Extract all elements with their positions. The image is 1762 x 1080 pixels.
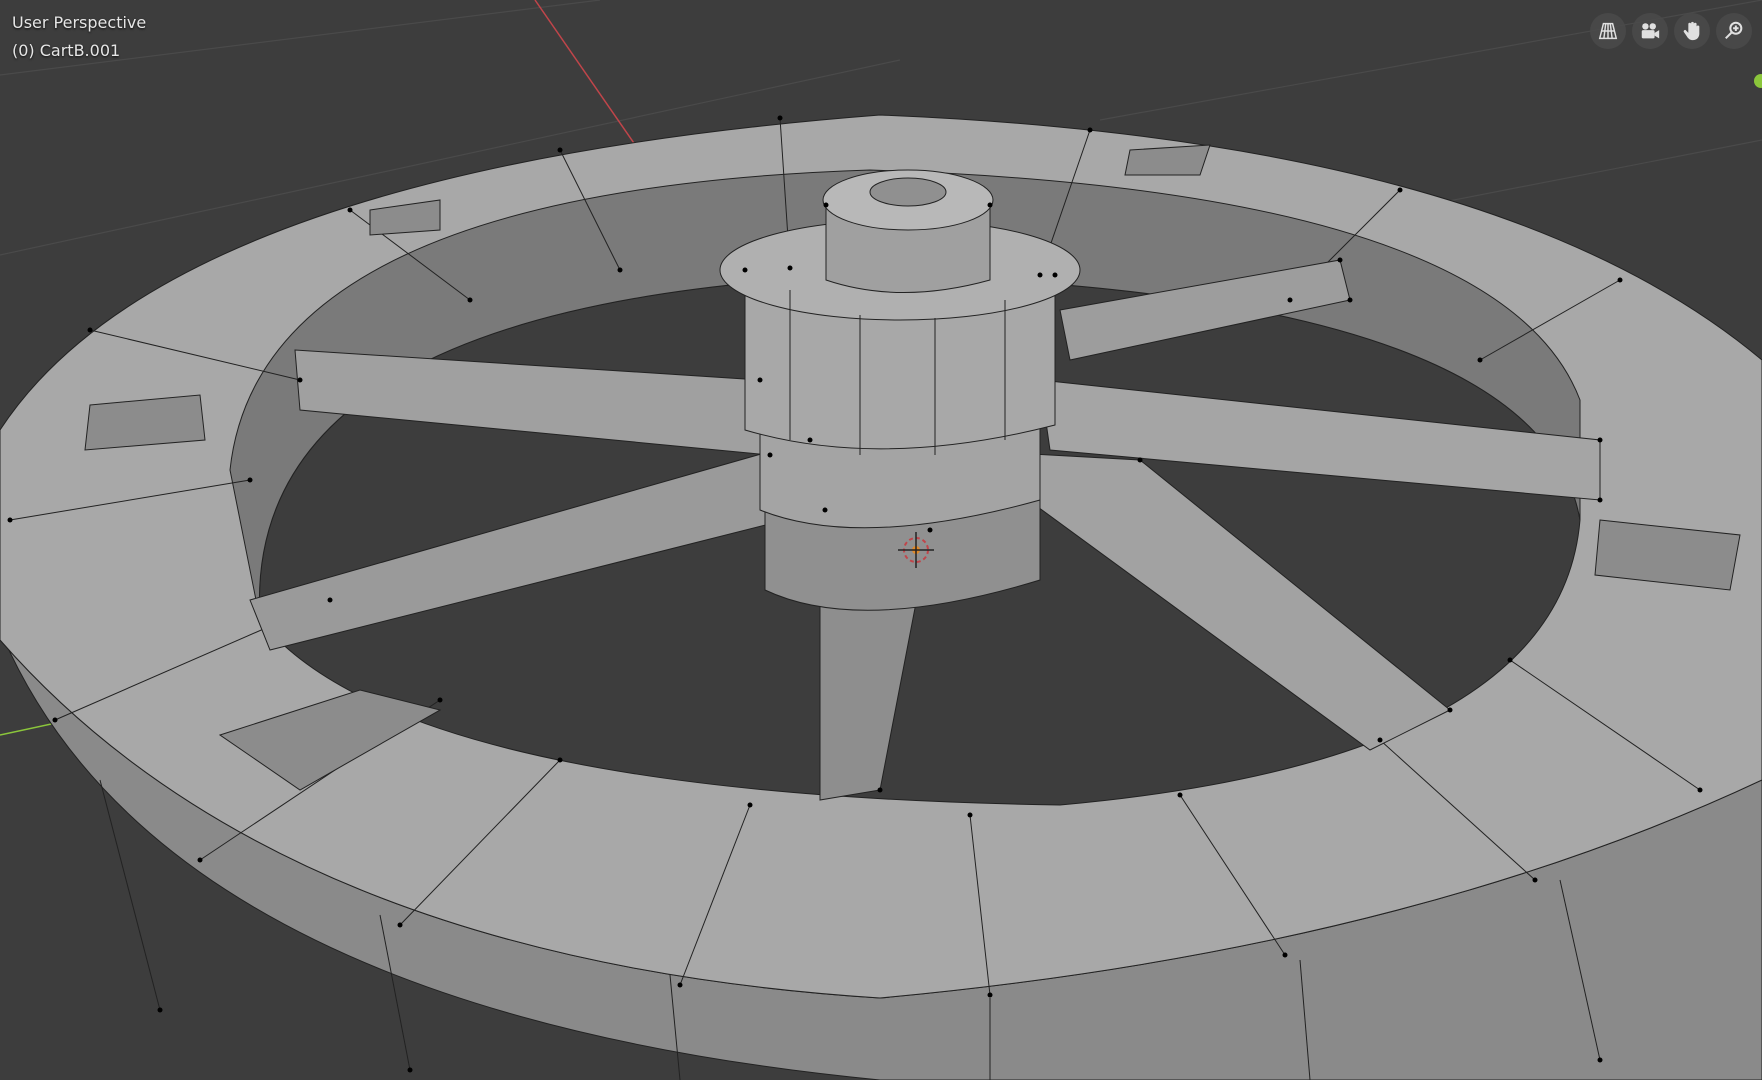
pan-view-button[interactable]: [1674, 13, 1710, 49]
zoom-view-button[interactable]: [1716, 13, 1752, 49]
zoom-magnifier-icon: [1725, 21, 1743, 40]
toggle-ortho-icon: [1598, 22, 1618, 40]
camera-view-button[interactable]: [1632, 13, 1668, 49]
scene-canvas[interactable]: [0, 0, 1762, 1080]
wheel-hub[interactable]: [719, 169, 1081, 611]
toggle-ortho-button[interactable]: [1590, 13, 1626, 49]
y-axis-gizmo-dot[interactable]: [1754, 74, 1762, 88]
navigation-gizmo: [1590, 13, 1752, 49]
view-name-label: User Perspective: [12, 13, 147, 32]
camera-view-icon: [1641, 23, 1660, 39]
object-name-label: (0) CartB.001: [12, 41, 121, 60]
pan-hand-icon: [1683, 21, 1700, 41]
3d-viewport[interactable]: User Perspective (0) CartB.001: [0, 0, 1762, 1080]
